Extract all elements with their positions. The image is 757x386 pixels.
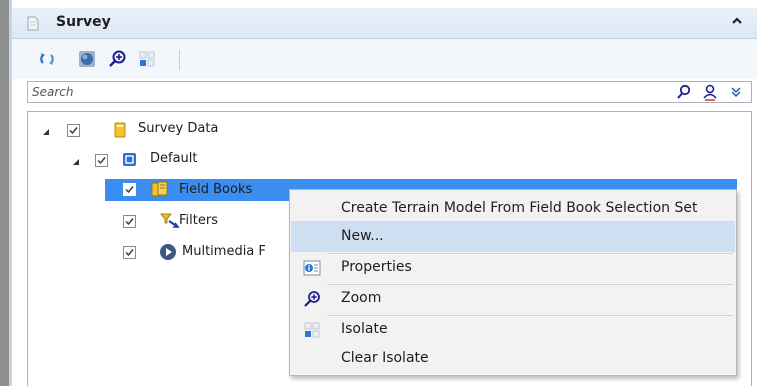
collapse-chevron-icon[interactable] bbox=[730, 14, 744, 28]
zoom-icon bbox=[304, 291, 320, 307]
filters-checkbox[interactable] bbox=[123, 215, 136, 228]
search-input[interactable] bbox=[32, 84, 632, 100]
panel-title: Survey bbox=[56, 14, 111, 30]
menu-item-label: Zoom bbox=[341, 290, 382, 306]
isolate-icon bbox=[304, 322, 320, 338]
field-book-icon bbox=[151, 181, 168, 197]
panel-top-margin bbox=[12, 0, 757, 8]
menu-item-label: Create Terrain Model From Field Book Sel… bbox=[341, 200, 698, 216]
default-checkbox[interactable] bbox=[95, 154, 108, 167]
menu-item-label: Isolate bbox=[341, 321, 388, 337]
field-books-checkbox[interactable] bbox=[123, 183, 136, 196]
menu-item-label: Clear Isolate bbox=[341, 350, 429, 366]
menu-item-label: Properties bbox=[341, 259, 412, 275]
tree-item-filters[interactable]: Filters bbox=[179, 213, 218, 228]
tree-item-default[interactable]: Default bbox=[150, 151, 198, 166]
menu-item-zoom[interactable]: Zoom bbox=[291, 283, 735, 314]
search-icon[interactable] bbox=[676, 84, 692, 100]
tree-item-survey-data[interactable]: Survey Data bbox=[138, 121, 218, 136]
document-icon bbox=[27, 16, 39, 31]
survey-data-checkbox[interactable] bbox=[67, 124, 80, 137]
expand-arrow-icon[interactable] bbox=[41, 127, 51, 137]
search-user-icon[interactable] bbox=[702, 84, 720, 101]
default-folder-icon bbox=[123, 153, 136, 166]
expand-arrow-icon[interactable] bbox=[71, 157, 81, 167]
tree-item-multimedia[interactable]: Multimedia F bbox=[182, 244, 266, 259]
properties-icon bbox=[303, 260, 321, 276]
isolate-icon[interactable] bbox=[137, 49, 157, 69]
expand-options-icon[interactable] bbox=[730, 86, 742, 98]
menu-item-new[interactable]: New... bbox=[291, 221, 735, 252]
search-box[interactable] bbox=[27, 81, 752, 103]
zoom-icon[interactable] bbox=[107, 49, 127, 69]
menu-item-properties[interactable]: Properties bbox=[291, 252, 735, 283]
multimedia-checkbox[interactable] bbox=[123, 246, 136, 259]
globe-icon[interactable] bbox=[77, 49, 97, 69]
survey-data-icon bbox=[114, 122, 126, 138]
toolbar-separator bbox=[179, 50, 180, 70]
menu-item-clear-isolate[interactable]: Clear Isolate bbox=[291, 343, 735, 374]
panel-header[interactable] bbox=[12, 8, 757, 39]
menu-item-isolate[interactable]: Isolate bbox=[291, 314, 735, 345]
filter-icon bbox=[160, 213, 180, 228]
left-edge-strip bbox=[0, 0, 9, 386]
multimedia-icon bbox=[160, 244, 176, 260]
menu-item-label: New... bbox=[341, 228, 384, 244]
refresh-icon[interactable] bbox=[37, 49, 57, 69]
context-menu: Create Terrain Model From Field Book Sel… bbox=[289, 189, 737, 376]
tree-item-field-books[interactable]: Field Books bbox=[179, 182, 252, 197]
menu-item-create-terrain-model[interactable]: Create Terrain Model From Field Book Sel… bbox=[291, 193, 735, 224]
